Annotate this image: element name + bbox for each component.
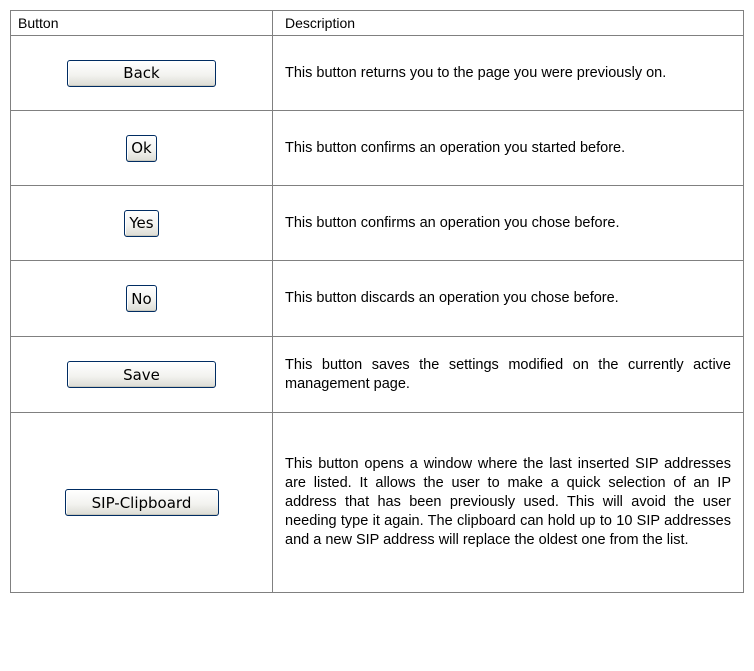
table-row: SIP-Clipboard This button opens a window… — [10, 412, 744, 593]
table-row: No This button discards an operation you… — [10, 260, 744, 337]
sip-clipboard-button[interactable]: SIP-Clipboard — [64, 489, 219, 516]
button-cell: SIP-Clipboard — [10, 412, 273, 593]
table-row: Save This button saves the settings modi… — [10, 336, 744, 413]
button-description-table: Button Description Back This button retu… — [10, 10, 744, 593]
button-cell: Save — [10, 336, 273, 413]
description-cell: This button returns you to the page you … — [272, 35, 744, 111]
description-cell: This button opens a window where the las… — [272, 412, 744, 593]
ok-button[interactable]: Ok — [126, 134, 157, 162]
button-cell: Yes — [10, 185, 273, 261]
table-row: Ok This button confirms an operation you… — [10, 110, 744, 186]
table-header-row: Button Description — [10, 10, 744, 36]
button-cell: Ok — [10, 110, 273, 186]
table-row: Back This button returns you to the page… — [10, 35, 744, 111]
yes-button[interactable]: Yes — [124, 209, 159, 237]
description-cell: This button saves the settings modified … — [272, 336, 744, 413]
description-cell: This button confirms an operation you ch… — [272, 185, 744, 261]
header-button: Button — [10, 10, 273, 36]
header-description: Description — [272, 10, 744, 36]
save-button[interactable]: Save — [67, 361, 216, 388]
description-cell: This button discards an operation you ch… — [272, 260, 744, 337]
description-cell: This button confirms an operation you st… — [272, 110, 744, 186]
table-row: Yes This button confirms an operation yo… — [10, 185, 744, 261]
button-cell: Back — [10, 35, 273, 111]
no-button[interactable]: No — [126, 285, 157, 312]
back-button[interactable]: Back — [67, 59, 216, 87]
button-cell: No — [10, 260, 273, 337]
